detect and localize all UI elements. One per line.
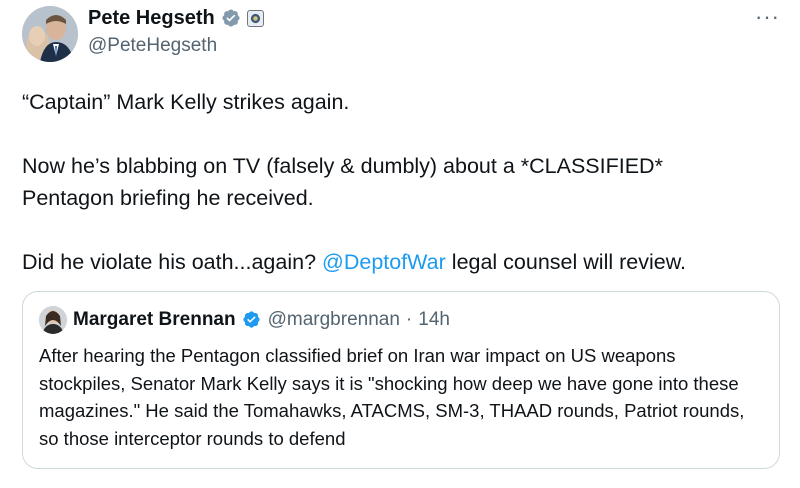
author-avatar[interactable] (22, 6, 78, 62)
quoted-tweet-time[interactable]: 14h (418, 309, 450, 331)
quoted-tweet-header: Margaret Brennan @margbrennan · 14h (39, 306, 763, 334)
tweet-line-2: Now he’s blabbing on TV (falsely & dumbl… (22, 154, 663, 210)
quoted-author-avatar[interactable] (39, 306, 67, 334)
separator-dot: · (405, 309, 413, 330)
avatar-photo (22, 6, 78, 62)
author-handle[interactable]: @PeteHegseth (88, 34, 217, 58)
tweet-text: “Captain” Mark Kelly strikes again. Now … (22, 86, 782, 278)
author-display-name[interactable]: Pete Hegseth (88, 6, 215, 30)
more-options-button[interactable]: ··· (755, 6, 780, 28)
tweet-line-3-start: Did he violate his oath...again? (22, 250, 323, 274)
quoted-author-name[interactable]: Margaret Brennan (73, 309, 236, 331)
government-affiliation-icon[interactable] (246, 9, 264, 27)
quoted-author-handle[interactable]: @margbrennan (268, 309, 400, 331)
quoted-tweet[interactable]: Margaret Brennan @margbrennan · 14h Afte… (22, 291, 780, 469)
tweet-line-3: Did he violate his oath...again? @Deptof… (22, 246, 782, 278)
quoted-avatar-photo (39, 306, 67, 334)
verified-checkmark-icon[interactable] (221, 8, 241, 28)
mention-link[interactable]: @DeptofWar (322, 250, 446, 274)
verified-checkmark-icon[interactable] (242, 310, 262, 330)
tweet-line-3-end: legal counsel will review. (445, 250, 687, 274)
quoted-tweet-text: After hearing the Pentagon classified br… (39, 345, 745, 449)
tweet-line-1: “Captain” Mark Kelly strikes again. (22, 90, 350, 114)
